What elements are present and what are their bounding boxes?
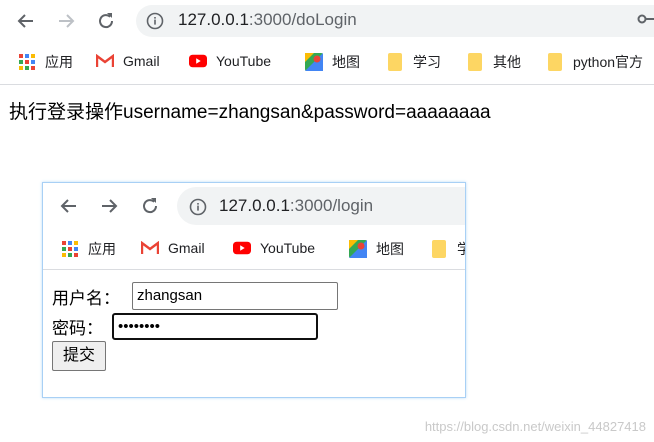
folder-icon xyxy=(466,53,484,71)
url-host: 127.0.0.1 xyxy=(219,196,290,215)
bookmark-maps[interactable]: 地图 xyxy=(349,239,404,259)
reload-button[interactable] xyxy=(136,192,164,220)
url-text: 127.0.0.1:3000/doLogin xyxy=(178,10,357,30)
username-input[interactable]: zhangsan xyxy=(132,282,338,310)
maps-icon xyxy=(305,53,323,71)
forward-button[interactable] xyxy=(95,192,123,220)
bookmark-label: 学 xyxy=(457,239,465,259)
forward-arrow-icon xyxy=(102,199,118,213)
toolbar-divider xyxy=(43,269,465,270)
bookmarks-bar: 应用 Gmail YouTube 地图 xyxy=(43,231,465,267)
back-button[interactable] xyxy=(12,7,40,35)
back-button[interactable] xyxy=(55,192,83,220)
bookmark-label: 应用 xyxy=(45,54,73,70)
bookmark-label: 地图 xyxy=(376,241,404,257)
bookmark-folder-python[interactable]: python官方 xyxy=(546,52,643,72)
bookmark-youtube[interactable]: YouTube xyxy=(233,239,315,257)
bookmark-apps[interactable]: 应用 xyxy=(18,52,73,72)
apps-grid-icon xyxy=(18,53,36,71)
reload-icon xyxy=(143,198,158,214)
url-path: :3000/login xyxy=(289,196,374,215)
gmail-icon xyxy=(141,239,159,257)
youtube-icon xyxy=(189,52,207,70)
embedded-login-screenshot: 127.0.0.1:3000/login 应用 Gmail YouTube 地图… xyxy=(42,182,466,398)
url-path: :3000/doLogin xyxy=(248,10,357,29)
maps-icon xyxy=(349,240,367,258)
bookmark-label: 地图 xyxy=(332,54,360,70)
back-arrow-icon xyxy=(17,14,33,28)
info-icon[interactable] xyxy=(146,12,164,30)
bookmark-folder-study[interactable]: 学 xyxy=(430,239,465,259)
login-result-text: 执行登录操作username=zhangsan&password=aaaaaaa… xyxy=(9,102,491,123)
bookmark-label: YouTube xyxy=(216,53,272,69)
back-arrow-icon xyxy=(60,199,76,213)
username-label: 用户名： xyxy=(52,289,120,309)
bookmark-label: YouTube xyxy=(260,240,316,256)
bookmark-label: 应用 xyxy=(88,241,116,257)
url-text: 127.0.0.1:3000/login xyxy=(219,196,373,216)
toolbar-divider xyxy=(0,84,654,85)
bookmark-label: python官方 xyxy=(573,54,644,70)
bookmark-youtube[interactable]: YouTube xyxy=(189,52,271,70)
folder-icon xyxy=(430,240,448,258)
folder-icon xyxy=(546,53,564,71)
password-label: 密码： xyxy=(52,319,103,339)
address-bar[interactable]: 127.0.0.1:3000/doLogin xyxy=(136,5,654,37)
watermark: https://blog.csdn.net/weixin_44827418 xyxy=(424,419,646,434)
bookmarks-bar: 应用 Gmail YouTube 地图 学习 其他 python官方 xyxy=(0,44,654,82)
apps-grid-icon xyxy=(61,240,79,258)
submit-button[interactable]: 提交 xyxy=(52,341,106,371)
browser-toolbar: 127.0.0.1:3000/doLogin xyxy=(0,0,654,42)
reload-icon xyxy=(99,13,114,29)
bookmark-maps[interactable]: 地图 xyxy=(305,52,360,72)
bookmark-label: 学习 xyxy=(413,54,441,70)
password-input[interactable]: •••••••• xyxy=(112,313,318,340)
forward-button[interactable] xyxy=(52,7,80,35)
bookmark-gmail[interactable]: Gmail xyxy=(141,239,205,257)
bookmark-label: Gmail xyxy=(168,240,205,256)
key-icon[interactable] xyxy=(637,12,654,26)
bookmark-folder-study[interactable]: 学习 xyxy=(386,52,441,72)
forward-arrow-icon xyxy=(59,14,75,28)
bookmark-apps[interactable]: 应用 xyxy=(61,239,116,259)
url-host: 127.0.0.1 xyxy=(178,10,249,29)
gmail-icon xyxy=(96,52,114,70)
folder-icon xyxy=(386,53,404,71)
reload-button[interactable] xyxy=(92,7,120,35)
bookmark-gmail[interactable]: Gmail xyxy=(96,52,160,70)
address-bar[interactable]: 127.0.0.1:3000/login xyxy=(177,187,465,225)
info-icon[interactable] xyxy=(189,198,207,216)
bookmark-folder-other[interactable]: 其他 xyxy=(466,52,521,72)
bookmark-label: 其他 xyxy=(493,54,521,70)
bookmark-label: Gmail xyxy=(123,53,160,69)
youtube-icon xyxy=(233,239,251,257)
